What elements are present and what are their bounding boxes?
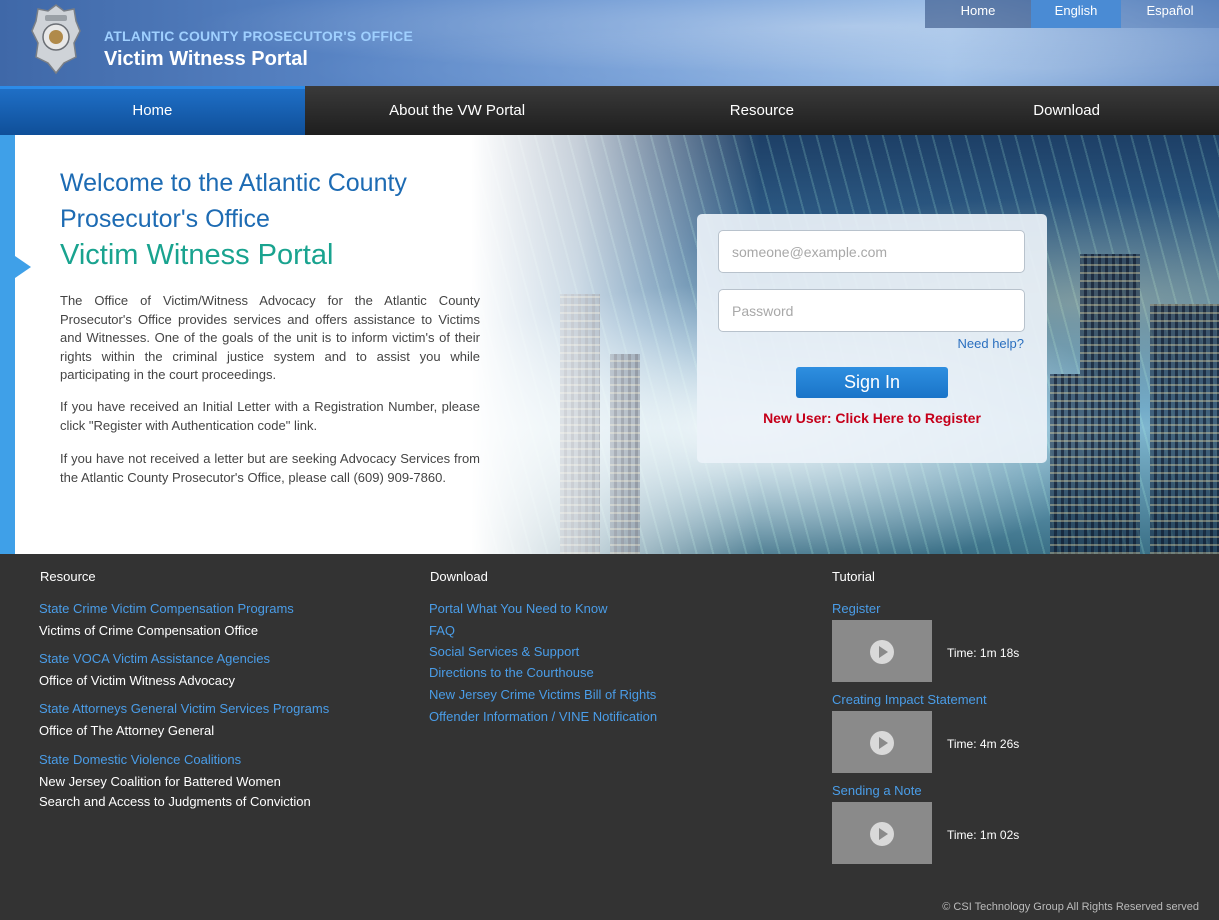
video-duration: Time: 4m 26s (947, 737, 1020, 751)
sign-in-button[interactable]: Sign In (796, 367, 948, 398)
top-link-english[interactable]: English (1031, 0, 1121, 28)
resource-sublink[interactable]: Search and Access to Judgments of Convic… (39, 794, 311, 809)
password-field[interactable] (718, 289, 1025, 332)
footer-resource-heading: Resource (40, 569, 96, 584)
video-thumbnail[interactable] (832, 620, 932, 682)
intro-paragraph: The Office of Victim/Witness Advocacy fo… (60, 293, 480, 382)
login-panel: Need help? Sign In New User: Click Here … (697, 214, 1047, 463)
accent-arrow (15, 256, 31, 278)
resource-sublink[interactable]: Victims of Crime Compensation Office (39, 623, 258, 638)
email-field[interactable] (718, 230, 1025, 273)
nav-about[interactable]: About the VW Portal (305, 86, 610, 135)
tutorial-title[interactable]: Register (832, 601, 880, 616)
top-link-espanol[interactable]: Español (1121, 0, 1219, 28)
resource-link[interactable]: State Domestic Violence Coalitions (39, 752, 241, 767)
footer-download-heading: Download (430, 569, 488, 584)
accent-strip (0, 135, 15, 554)
hero-section: Welcome to the Atlantic County Prosecuto… (0, 135, 1219, 554)
copyright-text: © CSI Technology Group All Rights Reserv… (942, 901, 1199, 913)
download-link[interactable]: Portal What You Need to Know (429, 601, 608, 616)
resource-sublink[interactable]: Office of Victim Witness Advocacy (39, 673, 235, 688)
need-help-link[interactable]: Need help? (958, 336, 1025, 351)
tutorial-title[interactable]: Creating Impact Statement (832, 692, 987, 707)
resource-link[interactable]: State Crime Victim Compensation Programs (39, 601, 294, 616)
play-icon[interactable] (870, 640, 894, 664)
nav-home[interactable]: Home (0, 86, 305, 135)
resource-sublink[interactable]: Office of The Attorney General (39, 723, 214, 738)
nav-download[interactable]: Download (914, 86, 1219, 135)
site-footer: Resource State Crime Victim Compensation… (0, 554, 1219, 920)
video-duration: Time: 1m 18s (947, 646, 1020, 660)
top-link-home[interactable]: Home (925, 0, 1031, 28)
video-thumbnail[interactable] (832, 711, 932, 773)
welcome-heading: Welcome to the Atlantic County Prosecuto… (60, 169, 407, 233)
tutorial-title[interactable]: Sending a Note (832, 783, 922, 798)
portal-name: Victim Witness Portal (104, 48, 308, 70)
portal-subtitle: Victim Witness Portal (60, 239, 334, 271)
resource-sublink[interactable]: New Jersey Coalition for Battered Women (39, 774, 281, 789)
download-link[interactable]: New Jersey Crime Victims Bill of Rights (429, 687, 656, 702)
nav-resource[interactable]: Resource (610, 86, 915, 135)
police-badge-logo (31, 4, 81, 75)
site-header: ATLANTIC COUNTY PROSECUTOR'S OFFICE Vict… (0, 0, 1219, 86)
video-thumbnail[interactable] (832, 802, 932, 864)
contact-paragraph: If you have not received a letter but ar… (60, 451, 480, 485)
main-nav: Home About the VW Portal Resource Downlo… (0, 86, 1219, 135)
download-link[interactable]: Offender Information / VINE Notification (429, 709, 657, 724)
download-link[interactable]: FAQ (429, 623, 455, 638)
resource-link[interactable]: State Attorneys General Victim Services … (39, 701, 329, 716)
resource-link[interactable]: State VOCA Victim Assistance Agencies (39, 651, 270, 666)
register-link[interactable]: New User: Click Here to Register (697, 410, 1047, 426)
play-icon[interactable] (870, 822, 894, 846)
footer-tutorial-heading: Tutorial (832, 569, 875, 584)
video-duration: Time: 1m 02s (947, 828, 1020, 842)
download-link[interactable]: Social Services & Support (429, 644, 579, 659)
language-bar: Home English Español (925, 0, 1219, 28)
download-link[interactable]: Directions to the Courthouse (429, 665, 594, 680)
org-name: ATLANTIC COUNTY PROSECUTOR'S OFFICE (104, 28, 414, 44)
registration-paragraph: If you have received an Initial Letter w… (60, 399, 480, 433)
play-icon[interactable] (870, 731, 894, 755)
